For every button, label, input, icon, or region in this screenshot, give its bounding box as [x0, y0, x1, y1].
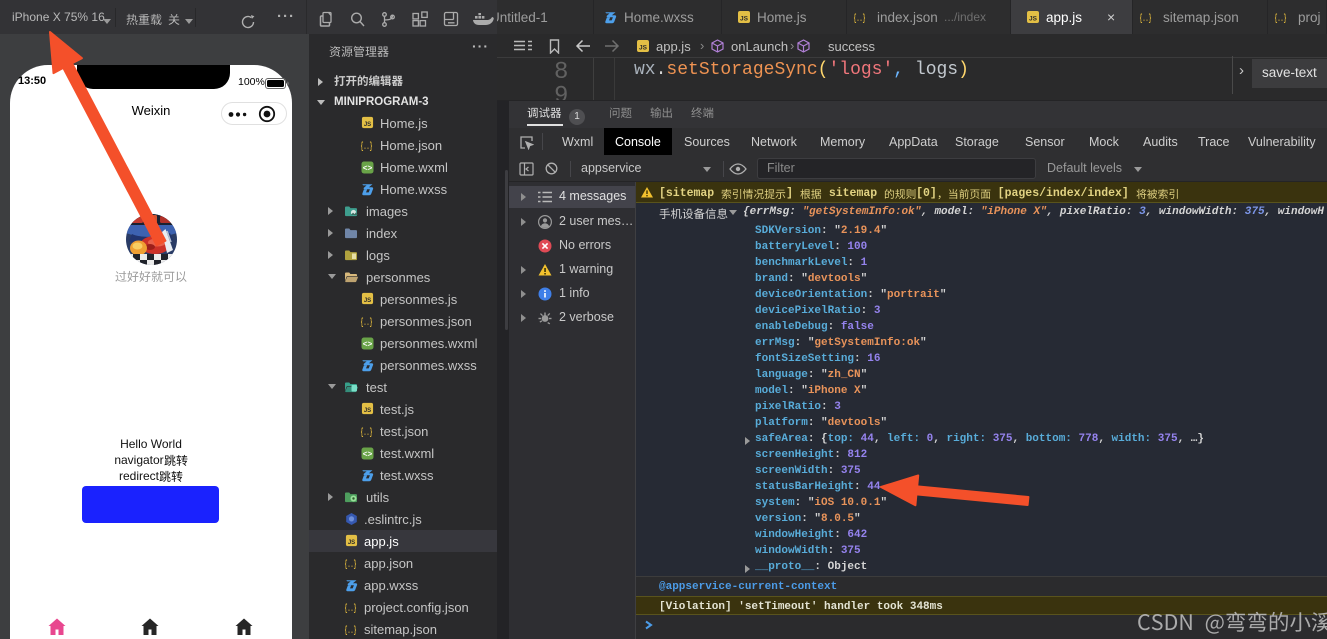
svg-text:JS: JS — [364, 121, 371, 127]
svg-text:JS: JS — [740, 16, 749, 23]
svg-text:{..}: {..} — [361, 427, 373, 438]
svg-text:JS: JS — [364, 407, 371, 413]
svg-text:{..}: {..} — [854, 13, 866, 24]
svg-text:JS: JS — [364, 297, 371, 303]
svg-text:{..}: {..} — [361, 317, 373, 328]
svg-text:{..}: {..} — [345, 559, 357, 570]
svg-text:{..}: {..} — [1275, 13, 1287, 24]
svg-text:{..}: {..} — [345, 603, 357, 614]
svg-text:<>: <> — [363, 340, 373, 349]
svg-text:<>: <> — [363, 450, 373, 459]
svg-text:JS: JS — [639, 45, 648, 52]
svg-text:<>: <> — [363, 164, 373, 173]
svg-text:{..}: {..} — [1140, 13, 1152, 24]
svg-text:JS: JS — [348, 539, 355, 545]
svg-text:JS: JS — [1029, 16, 1038, 23]
svg-text:{..}: {..} — [345, 625, 357, 636]
svg-text:{..}: {..} — [361, 141, 373, 152]
